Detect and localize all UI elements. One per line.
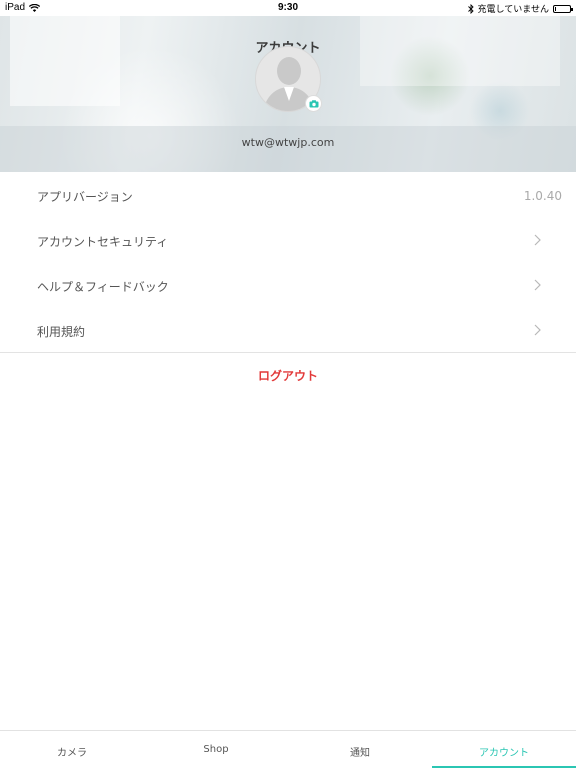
status-right: 充電していません — [467, 2, 573, 15]
tab-camera[interactable]: カメラ — [0, 731, 144, 768]
status-bar: iPad 9:30 充電していません — [0, 0, 576, 16]
battery-icon — [553, 4, 573, 13]
logout-button[interactable]: ログアウト — [0, 367, 576, 384]
menu-item-label: 利用規約 — [37, 325, 86, 339]
tab-label: カメラ — [57, 748, 87, 759]
app-version-value: 1.0.40 — [523, 189, 562, 203]
avatar-head — [277, 57, 301, 85]
menu-divider — [0, 352, 576, 353]
tab-notifications[interactable]: 通知 — [288, 731, 432, 768]
account-email: wtw@wtwjp.com — [241, 136, 335, 149]
chevron-right-icon — [534, 324, 541, 336]
tab-label: Shop — [203, 744, 229, 755]
tab-label: 通知 — [350, 748, 370, 759]
menu-item-label: アカウントセキュリティ — [37, 235, 169, 249]
charging-status: 充電していません — [477, 4, 549, 14]
tab-label: アカウント — [479, 748, 529, 759]
settings-menu: アプリバージョン 1.0.40 アカウントセキュリティ ヘルプ＆フィードバック … — [0, 172, 576, 352]
menu-item-terms[interactable]: 利用規約 — [0, 307, 576, 352]
background-shelf — [0, 126, 576, 172]
camera-icon — [309, 99, 318, 107]
change-photo-button[interactable] — [305, 95, 322, 112]
menu-item-label: ヘルプ＆フィードバック — [37, 280, 169, 294]
tab-bar: カメラ Shop 通知 アカウント — [0, 730, 576, 768]
menu-item-label: アプリバージョン — [37, 190, 133, 204]
menu-item-app-version: アプリバージョン 1.0.40 — [0, 172, 576, 217]
menu-item-help-feedback[interactable]: ヘルプ＆フィードバック — [0, 262, 576, 307]
chevron-right-icon — [534, 234, 541, 246]
menu-item-account-security[interactable]: アカウントセキュリティ — [0, 217, 576, 262]
tab-shop[interactable]: Shop — [144, 731, 288, 768]
battery-level — [555, 6, 556, 11]
bluetooth-icon — [467, 3, 474, 14]
background-window — [10, 16, 120, 106]
tab-account[interactable]: アカウント — [432, 731, 576, 768]
chevron-right-icon — [534, 279, 541, 291]
